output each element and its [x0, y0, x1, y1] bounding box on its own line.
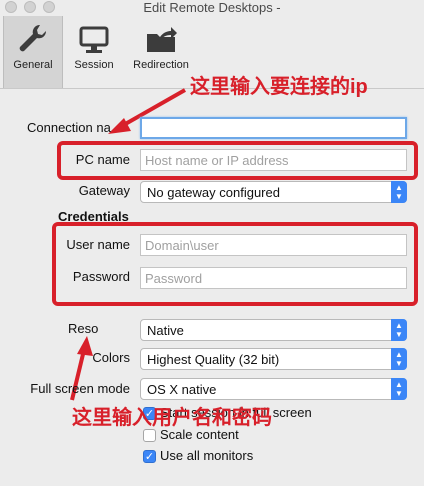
use-all-monitors-label: Use all monitors — [160, 448, 254, 463]
chevron-updown-icon: ▲ ▼ — [391, 378, 407, 400]
gateway-select[interactable]: No gateway configured ▲ ▼ — [140, 181, 407, 203]
colors-label: Colors — [92, 350, 130, 365]
full-screen-mode-value: OS X native — [147, 382, 217, 397]
chevron-updown-icon: ▲ ▼ — [391, 181, 407, 203]
password-label: Password — [72, 269, 130, 284]
connection-name-label: Connection na — [27, 120, 111, 135]
full-screen-mode-label: Full screen mode — [30, 381, 130, 396]
gateway-value: No gateway configured — [147, 185, 280, 200]
resolution-label: Reso — [68, 321, 99, 336]
gateway-label: Gateway — [78, 183, 130, 198]
resolution-select[interactable]: Native ▲ ▼ — [140, 319, 407, 341]
chevron-updown-icon: ▲ ▼ — [391, 348, 407, 370]
resolution-value: Native — [147, 323, 184, 338]
password-field[interactable]: Password — [140, 267, 407, 289]
annotation-credentials-note: 这里输入用户名和密码 — [72, 407, 272, 429]
chevron-updown-icon: ▲ ▼ — [391, 319, 407, 341]
annotation-ip-note: 这里输入要连接的ip — [190, 76, 368, 98]
colors-select[interactable]: Highest Quality (32 bit) ▲ ▼ — [140, 348, 407, 370]
use-all-monitors-checkbox[interactable]: ✓ — [143, 450, 156, 463]
connection-name-field[interactable] — [140, 117, 407, 139]
user-name-field[interactable]: Domain\user — [140, 234, 407, 256]
pc-name-field[interactable]: Host name or IP address — [140, 149, 407, 171]
scale-content-checkbox[interactable] — [143, 429, 156, 442]
full-screen-mode-select[interactable]: OS X native ▲ ▼ — [140, 378, 407, 400]
pc-name-label: PC name — [75, 152, 130, 167]
user-name-label: User name — [66, 237, 130, 252]
colors-value: Highest Quality (32 bit) — [147, 352, 280, 367]
